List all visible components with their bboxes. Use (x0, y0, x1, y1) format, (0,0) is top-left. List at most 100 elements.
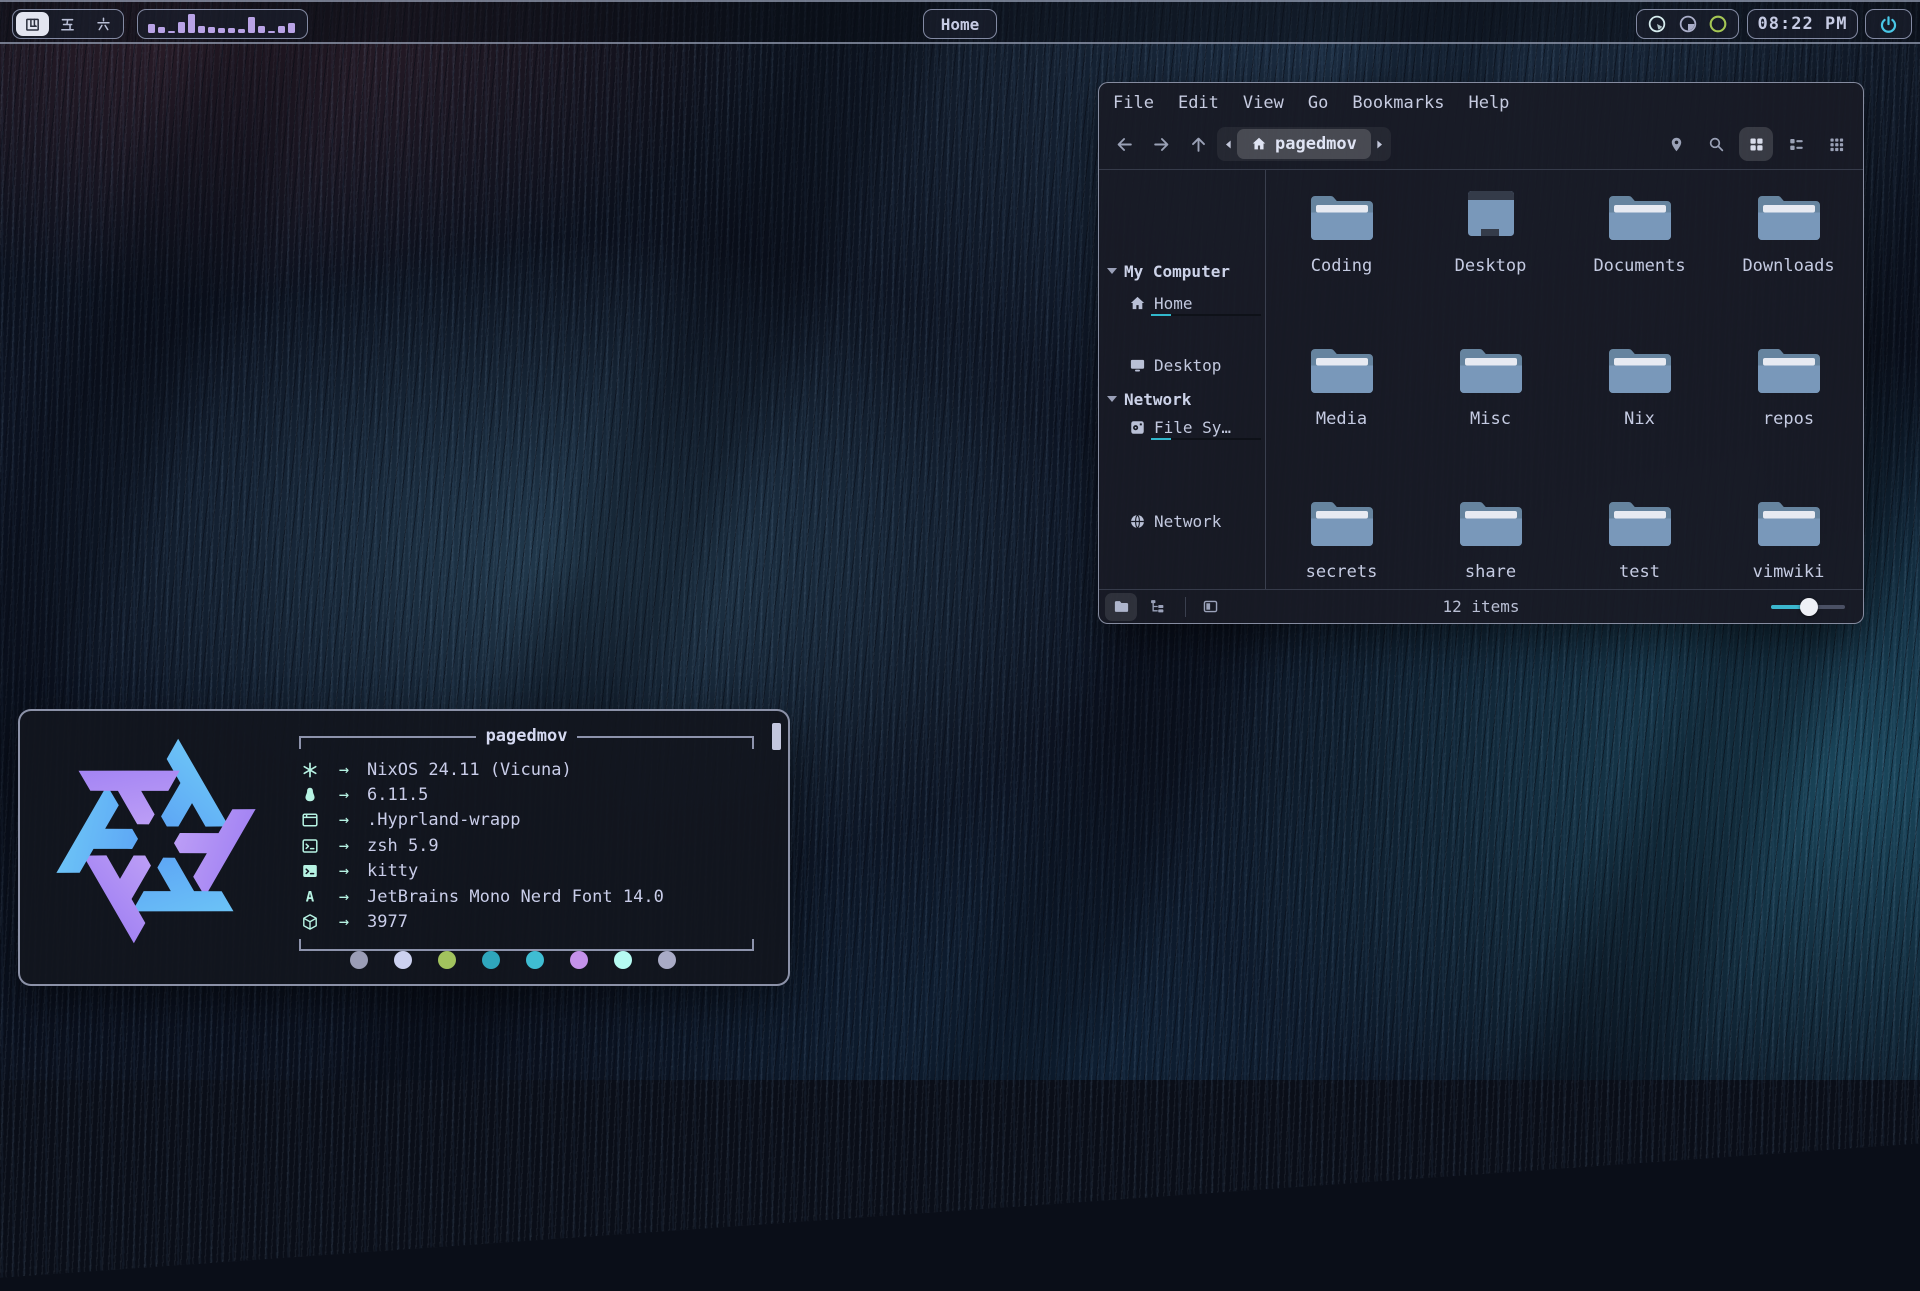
folder-item-media[interactable]: Media (1267, 341, 1416, 494)
visualizer-bar (178, 22, 185, 33)
folder-icon (1753, 188, 1825, 248)
sidebar-item-label: Home (1154, 294, 1193, 313)
font-icon: A (299, 888, 321, 906)
folder-grid: Coding Desktop DocumentsDownloads MediaMisc… (1267, 170, 1863, 589)
folder-label: secrets (1306, 562, 1378, 582)
sidebar-item-home[interactable]: Home (1099, 288, 1265, 318)
tree-view-icon (1149, 598, 1166, 615)
grid-view-icon (1748, 136, 1765, 153)
sidebar-item-desktop[interactable]: Desktop (1099, 350, 1265, 380)
clock[interactable]: 08:22 PM (1747, 9, 1858, 39)
sidebar-item-label: Desktop (1154, 356, 1221, 375)
active-window-title[interactable]: Home (923, 9, 997, 39)
nixos-icon (299, 761, 321, 779)
path-tab-home[interactable]: pagedmov (1237, 129, 1371, 159)
ring-indicator-icon[interactable] (1708, 14, 1728, 34)
fetch-value: zsh 5.9 (367, 836, 439, 856)
fastfetch-output: pagedmov →NixOS 24.11 (Vicuna)→6.11.5→.H… (299, 725, 754, 951)
workspace-button-五[interactable] (51, 12, 84, 36)
zoom-slider-track[interactable] (1771, 605, 1845, 609)
menu-edit[interactable]: Edit (1178, 93, 1219, 113)
back-button[interactable] (1111, 131, 1137, 157)
menu-go[interactable]: Go (1308, 93, 1328, 113)
menu-file[interactable]: File (1113, 93, 1154, 113)
palette-dot (482, 951, 500, 969)
menu-help[interactable]: Help (1468, 93, 1509, 113)
folder-label: repos (1763, 409, 1814, 429)
location-button[interactable] (1659, 127, 1693, 161)
places-view-button[interactable] (1105, 593, 1137, 621)
path-bar: pagedmov (1217, 127, 1391, 161)
sidebar-item-network[interactable]: Network (1099, 506, 1265, 536)
folder-small-icon (1113, 598, 1130, 615)
folder-item-test[interactable]: test (1565, 494, 1714, 647)
arrow-right-glyph: → (321, 785, 367, 805)
status-divider (1185, 597, 1186, 617)
menu-bookmarks[interactable]: Bookmarks (1352, 93, 1444, 113)
sidebar-section-my-computer[interactable]: My Computer (1099, 256, 1265, 286)
wm-icon (299, 811, 321, 829)
palette-dot (526, 951, 544, 969)
folder-icon (1604, 341, 1676, 401)
up-button[interactable] (1185, 131, 1211, 157)
tree-view-button[interactable] (1141, 593, 1173, 621)
zoom-slider-knob[interactable] (1800, 598, 1818, 616)
fetch-value: 3977 (367, 912, 408, 932)
icon-view-button[interactable] (1739, 127, 1773, 161)
folder-item-repos[interactable]: repos (1714, 341, 1863, 494)
folder-label: test (1619, 562, 1660, 582)
folder-item-vimwiki[interactable]: vimwiki (1714, 494, 1863, 647)
folder-item-misc[interactable]: Misc (1416, 341, 1565, 494)
folder-item-downloads[interactable]: Downloads (1714, 188, 1863, 341)
chevron-left-icon (1222, 138, 1235, 151)
workspace-button-六[interactable] (87, 12, 120, 36)
palette-dot (350, 951, 368, 969)
path-scroll-right-button[interactable] (1371, 129, 1389, 159)
workspace-button-四[interactable] (16, 12, 49, 36)
folder-label: vimwiki (1753, 562, 1825, 582)
folder-item-share[interactable]: share (1416, 494, 1565, 647)
fetch-value: NixOS 24.11 (Vicuna) (367, 760, 572, 780)
triangle-down-icon (1107, 396, 1117, 402)
sidebar-item-label: File Sy… (1154, 418, 1231, 437)
forward-button[interactable] (1148, 131, 1174, 157)
path-scroll-left-button[interactable] (1219, 129, 1237, 159)
contrast-indicator-icon[interactable] (1678, 14, 1698, 34)
sidebar-toggle-button[interactable] (1194, 593, 1226, 621)
palette-dot (438, 951, 456, 969)
arrow-right-glyph: → (321, 810, 367, 830)
triangle-down-icon (1107, 268, 1117, 274)
zoom-slider[interactable] (1771, 598, 1845, 616)
panel-toggle-icon (1202, 598, 1219, 615)
sidebar-item-filesy[interactable]: File Sy… (1099, 412, 1265, 442)
list-view-button[interactable] (1779, 127, 1813, 161)
terminal-color-palette (350, 951, 676, 969)
folder-label: Nix (1624, 409, 1655, 429)
folder-item-nix[interactable]: Nix (1565, 341, 1714, 494)
home-icon (1251, 136, 1267, 152)
status-bar-fm: 12 items (1099, 589, 1863, 623)
folder-icon (1306, 341, 1378, 401)
search-button[interactable] (1699, 127, 1733, 161)
visualizer-bar (158, 27, 165, 33)
folder-item-coding[interactable]: Coding (1267, 188, 1416, 341)
folder-item-secrets[interactable]: secrets (1267, 494, 1416, 647)
menu-view[interactable]: View (1243, 93, 1284, 113)
fetch-row: →3977 (299, 909, 754, 934)
arrow-right-glyph: → (321, 861, 367, 881)
pie-indicator-icon[interactable] (1647, 14, 1667, 34)
compact-view-button[interactable] (1819, 127, 1853, 161)
terminal-cursor (772, 723, 781, 750)
folder-item-documents[interactable]: Documents (1565, 188, 1714, 341)
hostname-title: pagedmov (476, 724, 578, 748)
folder-item-desktop[interactable]: Desktop (1416, 188, 1565, 341)
sidebar-section-network[interactable]: Network (1099, 384, 1265, 414)
visualizer-bar (218, 28, 225, 33)
visualizer-bar (238, 29, 245, 33)
fetch-box-bottom (299, 939, 754, 951)
folder-label: Desktop (1455, 256, 1527, 276)
power-button[interactable] (1865, 9, 1912, 39)
terminal-window[interactable]: pagedmov →NixOS 24.11 (Vicuna)→6.11.5→.H… (18, 709, 790, 986)
arrow-right-glyph: → (321, 912, 367, 932)
fetch-row: →NixOS 24.11 (Vicuna) (299, 757, 754, 782)
